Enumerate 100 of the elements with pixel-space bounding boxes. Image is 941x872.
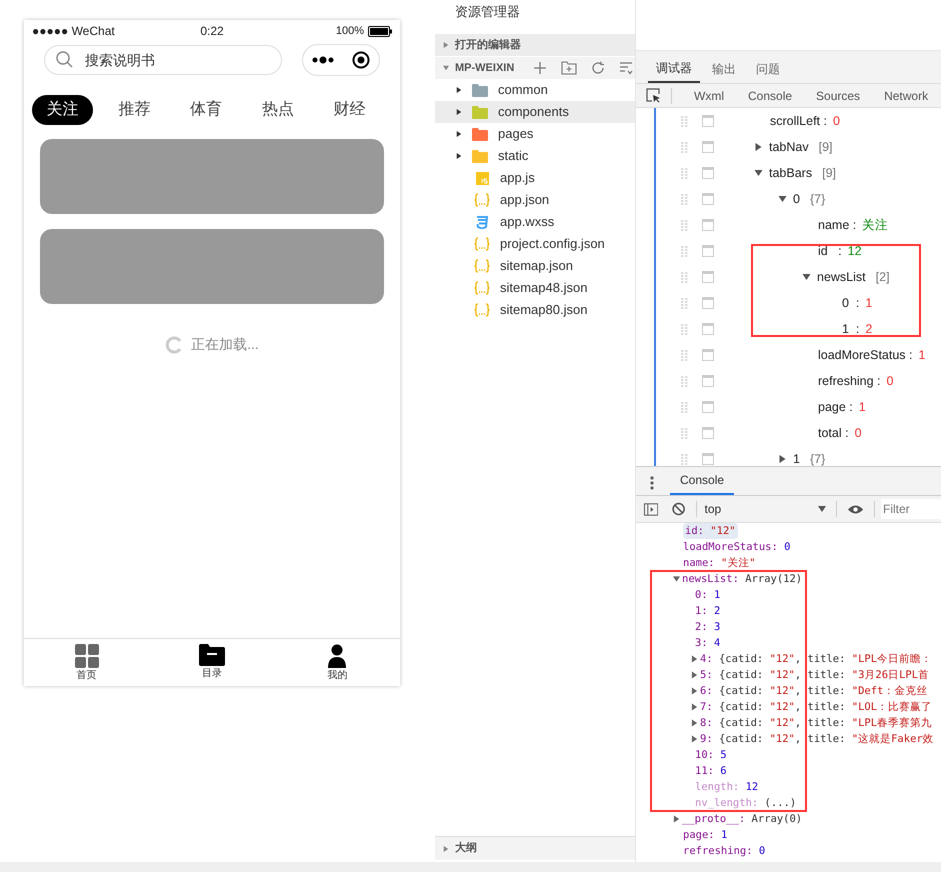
file-tree-item[interactable]: pages	[435, 123, 635, 145]
category-tab[interactable]: 关注	[32, 95, 93, 125]
data-tree-row[interactable]: 1 : 2	[842, 320, 872, 338]
file-tree-item[interactable]: project.config.json	[435, 233, 635, 255]
caret-icon[interactable]	[778, 195, 787, 203]
file-tree-item[interactable]: app.json	[435, 189, 635, 211]
drag-handle-icon[interactable]	[681, 246, 688, 256]
row-checkbox[interactable]	[702, 401, 714, 413]
debugger-tab[interactable]: 问题	[748, 55, 788, 83]
row-checkbox[interactable]	[702, 375, 714, 387]
file-tree-item[interactable]: components	[435, 101, 635, 123]
section-header[interactable]: 打开的编辑器	[435, 34, 635, 56]
category-tab[interactable]: 热点	[247, 95, 308, 125]
caret-icon[interactable]	[778, 455, 787, 463]
drag-handle-icon[interactable]	[681, 298, 688, 308]
caret-icon[interactable]	[673, 575, 680, 583]
panel-tab[interactable]: Sources	[804, 86, 872, 104]
clear-icon[interactable]	[672, 502, 686, 516]
row-checkbox[interactable]	[702, 245, 714, 257]
drag-handle-icon[interactable]	[681, 324, 688, 334]
collapse-icon[interactable]	[619, 61, 633, 75]
file-tree-item[interactable]: sitemap80.json	[435, 299, 635, 321]
new-folder-icon[interactable]	[561, 61, 577, 75]
data-tree-row[interactable]: name : 关注	[818, 216, 888, 234]
drag-handle-icon[interactable]	[681, 168, 688, 178]
row-checkbox[interactable]	[702, 115, 714, 127]
console-line[interactable]: 5: {catid: "12", title: "3月26日LPL首	[691, 667, 930, 683]
capsule-button[interactable]	[302, 44, 380, 76]
filter-field[interactable]: Filter	[881, 499, 941, 519]
drag-handle-icon[interactable]	[681, 116, 688, 126]
drag-handle-icon[interactable]	[681, 350, 688, 360]
data-tree-row[interactable]: newsList [2]	[802, 268, 890, 286]
console-line[interactable]: newsList: Array(12)	[673, 571, 802, 587]
data-tree-row[interactable]: id : 12	[818, 242, 862, 260]
drag-handle-icon[interactable]	[681, 376, 688, 386]
row-checkbox[interactable]	[702, 141, 714, 153]
panel-tab[interactable]: Console	[736, 86, 804, 104]
data-tree-row[interactable]: 0 {7}	[778, 190, 826, 208]
console-line[interactable]: 6: {catid: "12", title: "Deft：金克丝	[691, 683, 928, 699]
row-checkbox[interactable]	[702, 323, 714, 335]
category-tab[interactable]: 财经	[319, 95, 380, 125]
section-header[interactable]: 大纲	[435, 836, 635, 860]
tab-bar-item[interactable]: 首页	[24, 639, 150, 686]
caret-icon[interactable]	[456, 108, 462, 116]
drag-handle-icon[interactable]	[681, 272, 688, 282]
file-tree-item[interactable]: sitemap.json	[435, 255, 635, 277]
panel-tab[interactable]: Network	[872, 86, 940, 104]
caret-icon[interactable]	[456, 130, 462, 138]
menu-icon[interactable]	[650, 476, 654, 490]
row-checkbox[interactable]	[702, 297, 714, 309]
caret-icon[interactable]	[456, 86, 462, 94]
data-tree-row[interactable]: refreshing : 0	[818, 372, 894, 390]
caret-icon[interactable]	[673, 815, 680, 823]
console-line[interactable]: 7: {catid: "12", title: "LOL：比赛赢了	[691, 699, 932, 715]
caret-icon[interactable]	[754, 169, 763, 177]
drag-handle-icon[interactable]	[681, 142, 688, 152]
data-tree-row[interactable]: 1 {7}	[778, 450, 826, 466]
section-header[interactable]: MP-WEIXIN	[435, 57, 635, 79]
drag-handle-icon[interactable]	[681, 220, 688, 230]
console-line[interactable]: __proto__: Array(0)	[673, 811, 802, 827]
file-tree-item[interactable]: app.wxss	[435, 211, 635, 233]
row-checkbox[interactable]	[702, 167, 714, 179]
data-tree-row[interactable]: scrollLeft : 0	[770, 112, 840, 130]
tab-bar-item[interactable]: 我的	[274, 639, 400, 686]
refresh-icon[interactable]	[591, 61, 605, 75]
target-icon[interactable]	[352, 51, 370, 69]
data-tree-row[interactable]: page : 1	[818, 398, 866, 416]
caret-icon[interactable]	[754, 143, 763, 151]
row-checkbox[interactable]	[702, 219, 714, 231]
file-tree-item[interactable]: app.js	[435, 167, 635, 189]
debugger-tab[interactable]: 输出	[704, 55, 744, 83]
file-tree-item[interactable]: common	[435, 79, 635, 101]
tab-bar-item[interactable]: 目录	[149, 639, 275, 686]
caret-icon[interactable]	[456, 152, 462, 160]
new-file-icon[interactable]	[533, 61, 547, 75]
drag-handle-icon[interactable]	[681, 454, 688, 464]
category-tab[interactable]: 体育	[176, 95, 236, 125]
row-checkbox[interactable]	[702, 193, 714, 205]
data-tree-row[interactable]: loadMoreStatus : 1	[818, 346, 926, 364]
eye-icon[interactable]	[846, 504, 864, 514]
caret-icon[interactable]	[802, 273, 811, 281]
sidebar-icon[interactable]	[644, 502, 658, 516]
inspect-icon[interactable]	[646, 88, 661, 103]
file-tree-item[interactable]: static	[435, 145, 635, 167]
search-field[interactable]: 搜索说明书	[44, 45, 282, 75]
more-icon[interactable]	[312, 56, 334, 64]
console-line[interactable]: 9: {catid: "12", title: "这就是Faker效	[691, 731, 934, 747]
data-tree-row[interactable]: tabBars [9]	[754, 164, 836, 182]
row-checkbox[interactable]	[702, 271, 714, 283]
drag-handle-icon[interactable]	[681, 194, 688, 204]
console-line[interactable]: 4: {catid: "12", title: "LPL今日前瞻：	[691, 651, 932, 667]
drag-handle-icon[interactable]	[681, 428, 688, 438]
data-tree-row[interactable]: total : 0	[818, 424, 862, 442]
data-tree-row[interactable]: tabNav [9]	[754, 138, 833, 156]
file-tree-item[interactable]: sitemap48.json	[435, 277, 635, 299]
data-tree-row[interactable]: 0 : 1	[842, 294, 872, 312]
console-line[interactable]: 8: {catid: "12", title: "LPL春季赛第九	[691, 715, 932, 731]
context-select[interactable]: top	[704, 500, 826, 518]
row-checkbox[interactable]	[702, 427, 714, 439]
row-checkbox[interactable]	[702, 349, 714, 361]
